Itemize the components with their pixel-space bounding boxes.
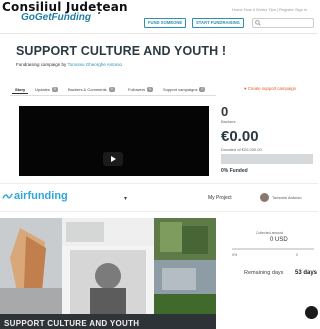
tab-updates[interactable]: Updates 0 — [32, 86, 61, 94]
tab-story[interactable]: Story — [12, 86, 29, 94]
tab-label: Followers — [128, 87, 146, 92]
backers-count: 0 — [221, 104, 229, 119]
remaining-days-value: 53 days — [295, 270, 318, 276]
backers-label: Backers — [221, 119, 236, 124]
help-bubble-icon[interactable] — [305, 306, 318, 319]
collected-progress-bar — [232, 248, 314, 250]
collected-percent: 0% — [232, 253, 238, 257]
gallery-caption: SUPPORT CULTURE AND YOUTH — [4, 319, 140, 328]
overlay-title: Consiliul Județean — [2, 0, 128, 14]
donated-goal: Donated of €20,000.00 — [221, 147, 262, 152]
tab-label: Support campaigns — [163, 87, 198, 92]
tab-label: Backers & Comments — [68, 87, 107, 92]
campaign-image-gallery[interactable] — [0, 218, 216, 329]
campaign-author-link[interactable]: Tomoniu Gheorghe Antonio — [67, 62, 122, 67]
top-links[interactable]: Home How it Works Tips | Register Sign i… — [232, 7, 307, 12]
page: GoGetFunding Consiliul Județean Home How… — [0, 0, 318, 329]
heart-icon: ♥ — [244, 86, 247, 91]
tab-backers-comments[interactable]: Backers & Comments 0 — [65, 86, 118, 94]
tab-badge: 0 — [51, 87, 58, 92]
tab-followers[interactable]: Followers 0 — [125, 86, 156, 94]
tab-label: Story — [15, 87, 26, 92]
avatar[interactable] — [260, 193, 269, 202]
remaining-days-label: Remaining days — [244, 270, 284, 276]
tab-support-campaigns[interactable]: Support campaigns 0 — [160, 86, 208, 94]
tab-badge: 0 — [199, 87, 206, 92]
user-name[interactable]: Tomoniu Antonio — [272, 195, 302, 200]
tab-badge: 0 — [108, 87, 115, 92]
campaign-tabs: Story Updates 0 Backers & Comments 0 Follo… — [10, 84, 216, 96]
fund-someone-button[interactable]: FUND SOMEONE — [144, 18, 187, 28]
play-button[interactable] — [103, 152, 123, 166]
collected-amount: 0 USD — [270, 237, 288, 243]
create-support-campaign-link[interactable]: ♥ Create support campaign — [244, 86, 296, 91]
search-icon — [255, 20, 261, 26]
my-project-link[interactable]: My Project — [208, 195, 232, 201]
campaign-subtitle: Fundraising campaign by Tomoniu Gheorghe… — [16, 62, 122, 67]
donated-amount: €0.00 — [221, 128, 259, 145]
airfunding-brand[interactable]: airfunding — [14, 190, 68, 202]
create-support-label: Create support campaign — [247, 86, 297, 91]
airfunding-logo-icon — [2, 193, 13, 199]
tab-badge: 0 — [147, 87, 154, 92]
gallery-collage — [0, 218, 216, 318]
campaign-title: SUPPORT CULTURE AND YOUTH ! — [16, 44, 227, 58]
funded-percentage: 0% Funded — [221, 168, 248, 174]
search-input[interactable] — [252, 18, 314, 28]
start-fundraising-button[interactable]: START FUNDRAISING — [192, 18, 244, 28]
tab-label: Updates — [35, 87, 50, 92]
subtitle-prefix: Fundraising campaign by — [16, 62, 67, 67]
collected-label: Collected amount — [256, 231, 284, 235]
play-icon — [111, 155, 116, 162]
chevron-down-icon[interactable]: ▾ — [124, 195, 127, 202]
funding-progress-bar — [221, 154, 313, 164]
collected-count: 0 — [296, 253, 298, 257]
